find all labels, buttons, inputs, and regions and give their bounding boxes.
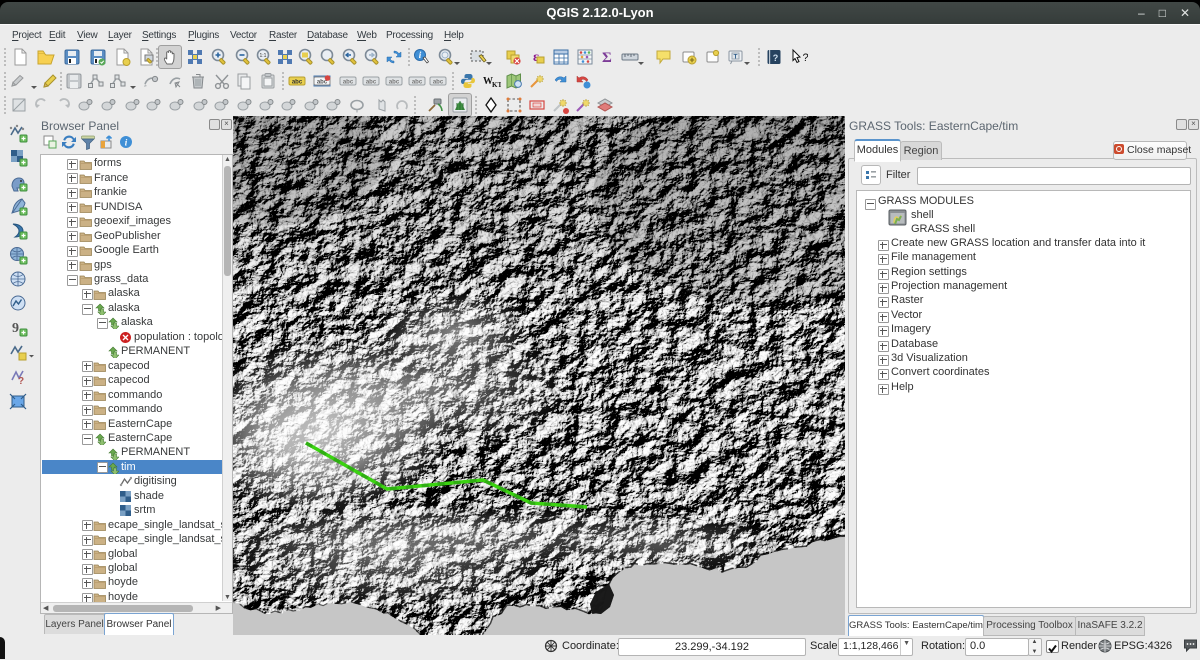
svg-text:abc: abc — [412, 80, 423, 86]
svg-text:?: ? — [18, 376, 24, 387]
svg-text:abc: abc — [366, 80, 377, 86]
svg-text:KT: KT — [492, 81, 501, 89]
svg-text:1:1: 1:1 — [260, 53, 267, 59]
svg-text:9: 9 — [12, 321, 19, 336]
svg-text:?: ? — [773, 53, 779, 63]
svg-text:abc: abc — [389, 80, 400, 86]
svg-text:Σ: Σ — [602, 50, 612, 66]
svg-text:abc: abc — [343, 80, 354, 86]
svg-text:?: ? — [803, 52, 809, 64]
svg-text:T: T — [734, 54, 738, 61]
svg-text:abc: abc — [433, 80, 444, 86]
svg-text:abc: abc — [292, 80, 303, 86]
